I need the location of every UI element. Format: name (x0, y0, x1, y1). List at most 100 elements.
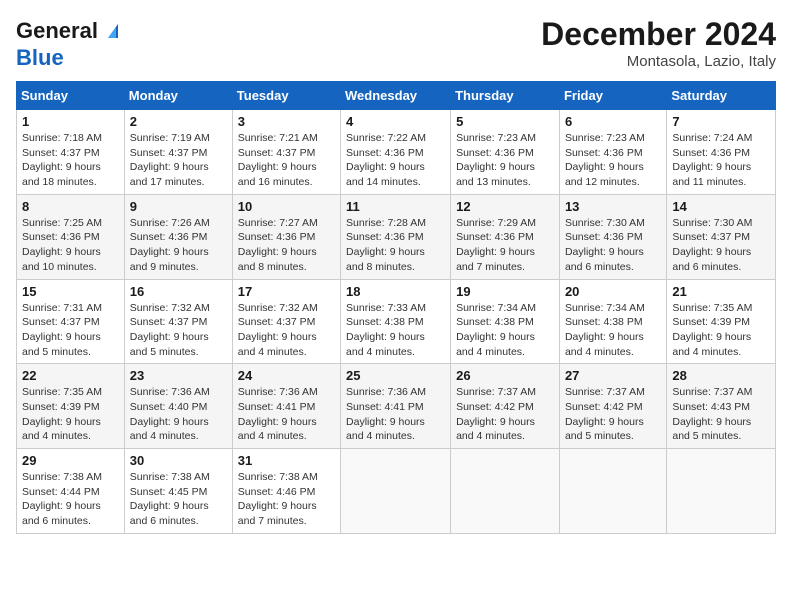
calendar-cell (559, 449, 666, 534)
day-number: 5 (456, 114, 554, 129)
day-number: 12 (456, 199, 554, 214)
col-header-tuesday: Tuesday (232, 82, 340, 110)
day-info: Sunrise: 7:35 AM Sunset: 4:39 PM Dayligh… (22, 385, 119, 444)
day-info: Sunrise: 7:30 AM Sunset: 4:37 PM Dayligh… (672, 216, 770, 275)
calendar-cell: 24 Sunrise: 7:36 AM Sunset: 4:41 PM Dayl… (232, 364, 340, 449)
day-number: 29 (22, 453, 119, 468)
day-number: 26 (456, 368, 554, 383)
calendar-cell: 26 Sunrise: 7:37 AM Sunset: 4:42 PM Dayl… (451, 364, 560, 449)
day-number: 31 (238, 453, 335, 468)
day-info: Sunrise: 7:31 AM Sunset: 4:37 PM Dayligh… (22, 301, 119, 360)
calendar-cell: 23 Sunrise: 7:36 AM Sunset: 4:40 PM Dayl… (124, 364, 232, 449)
calendar-cell: 14 Sunrise: 7:30 AM Sunset: 4:37 PM Dayl… (667, 194, 776, 279)
logo-general-text: General (16, 18, 98, 44)
logo: General Blue (16, 16, 126, 71)
day-number: 19 (456, 284, 554, 299)
calendar-cell: 25 Sunrise: 7:36 AM Sunset: 4:41 PM Dayl… (341, 364, 451, 449)
calendar-week-row: 15 Sunrise: 7:31 AM Sunset: 4:37 PM Dayl… (17, 279, 776, 364)
title-section: December 2024 Montasola, Lazio, Italy (541, 16, 776, 70)
month-title: December 2024 (541, 16, 776, 53)
day-number: 6 (565, 114, 661, 129)
calendar-cell: 17 Sunrise: 7:32 AM Sunset: 4:37 PM Dayl… (232, 279, 340, 364)
calendar-cell: 10 Sunrise: 7:27 AM Sunset: 4:36 PM Dayl… (232, 194, 340, 279)
day-number: 3 (238, 114, 335, 129)
day-number: 30 (130, 453, 227, 468)
day-number: 9 (130, 199, 227, 214)
day-number: 13 (565, 199, 661, 214)
calendar-cell: 31 Sunrise: 7:38 AM Sunset: 4:46 PM Dayl… (232, 449, 340, 534)
day-info: Sunrise: 7:21 AM Sunset: 4:37 PM Dayligh… (238, 131, 335, 190)
day-info: Sunrise: 7:33 AM Sunset: 4:38 PM Dayligh… (346, 301, 445, 360)
location-subtitle: Montasola, Lazio, Italy (541, 53, 776, 70)
day-info: Sunrise: 7:29 AM Sunset: 4:36 PM Dayligh… (456, 216, 554, 275)
day-info: Sunrise: 7:34 AM Sunset: 4:38 PM Dayligh… (456, 301, 554, 360)
day-number: 7 (672, 114, 770, 129)
day-number: 8 (22, 199, 119, 214)
day-number: 11 (346, 199, 445, 214)
calendar-cell: 18 Sunrise: 7:33 AM Sunset: 4:38 PM Dayl… (341, 279, 451, 364)
calendar-cell: 29 Sunrise: 7:38 AM Sunset: 4:44 PM Dayl… (17, 449, 125, 534)
calendar-cell: 8 Sunrise: 7:25 AM Sunset: 4:36 PM Dayli… (17, 194, 125, 279)
day-number: 18 (346, 284, 445, 299)
day-number: 20 (565, 284, 661, 299)
day-info: Sunrise: 7:24 AM Sunset: 4:36 PM Dayligh… (672, 131, 770, 190)
col-header-friday: Friday (559, 82, 666, 110)
calendar-cell: 7 Sunrise: 7:24 AM Sunset: 4:36 PM Dayli… (667, 110, 776, 195)
day-info: Sunrise: 7:27 AM Sunset: 4:36 PM Dayligh… (238, 216, 335, 275)
calendar-cell: 19 Sunrise: 7:34 AM Sunset: 4:38 PM Dayl… (451, 279, 560, 364)
logo-triangle-icon (104, 18, 126, 45)
day-number: 10 (238, 199, 335, 214)
day-number: 27 (565, 368, 661, 383)
day-number: 22 (22, 368, 119, 383)
day-info: Sunrise: 7:26 AM Sunset: 4:36 PM Dayligh… (130, 216, 227, 275)
calendar-cell: 3 Sunrise: 7:21 AM Sunset: 4:37 PM Dayli… (232, 110, 340, 195)
day-number: 2 (130, 114, 227, 129)
calendar-cell: 11 Sunrise: 7:28 AM Sunset: 4:36 PM Dayl… (341, 194, 451, 279)
calendar-cell: 1 Sunrise: 7:18 AM Sunset: 4:37 PM Dayli… (17, 110, 125, 195)
day-info: Sunrise: 7:22 AM Sunset: 4:36 PM Dayligh… (346, 131, 445, 190)
col-header-monday: Monday (124, 82, 232, 110)
calendar-week-row: 22 Sunrise: 7:35 AM Sunset: 4:39 PM Dayl… (17, 364, 776, 449)
day-info: Sunrise: 7:34 AM Sunset: 4:38 PM Dayligh… (565, 301, 661, 360)
day-number: 24 (238, 368, 335, 383)
day-info: Sunrise: 7:36 AM Sunset: 4:41 PM Dayligh… (346, 385, 445, 444)
calendar-cell (341, 449, 451, 534)
day-info: Sunrise: 7:35 AM Sunset: 4:39 PM Dayligh… (672, 301, 770, 360)
day-number: 16 (130, 284, 227, 299)
calendar-cell: 4 Sunrise: 7:22 AM Sunset: 4:36 PM Dayli… (341, 110, 451, 195)
day-info: Sunrise: 7:37 AM Sunset: 4:42 PM Dayligh… (565, 385, 661, 444)
calendar-cell (451, 449, 560, 534)
day-info: Sunrise: 7:30 AM Sunset: 4:36 PM Dayligh… (565, 216, 661, 275)
col-header-wednesday: Wednesday (341, 82, 451, 110)
calendar-cell: 13 Sunrise: 7:30 AM Sunset: 4:36 PM Dayl… (559, 194, 666, 279)
day-info: Sunrise: 7:28 AM Sunset: 4:36 PM Dayligh… (346, 216, 445, 275)
day-info: Sunrise: 7:32 AM Sunset: 4:37 PM Dayligh… (238, 301, 335, 360)
day-info: Sunrise: 7:38 AM Sunset: 4:45 PM Dayligh… (130, 470, 227, 529)
day-number: 28 (672, 368, 770, 383)
calendar-cell: 2 Sunrise: 7:19 AM Sunset: 4:37 PM Dayli… (124, 110, 232, 195)
day-info: Sunrise: 7:36 AM Sunset: 4:40 PM Dayligh… (130, 385, 227, 444)
calendar-cell: 20 Sunrise: 7:34 AM Sunset: 4:38 PM Dayl… (559, 279, 666, 364)
day-info: Sunrise: 7:23 AM Sunset: 4:36 PM Dayligh… (456, 131, 554, 190)
calendar-cell: 27 Sunrise: 7:37 AM Sunset: 4:42 PM Dayl… (559, 364, 666, 449)
day-info: Sunrise: 7:32 AM Sunset: 4:37 PM Dayligh… (130, 301, 227, 360)
calendar-cell: 16 Sunrise: 7:32 AM Sunset: 4:37 PM Dayl… (124, 279, 232, 364)
day-info: Sunrise: 7:38 AM Sunset: 4:44 PM Dayligh… (22, 470, 119, 529)
col-header-sunday: Sunday (17, 82, 125, 110)
day-number: 14 (672, 199, 770, 214)
day-info: Sunrise: 7:36 AM Sunset: 4:41 PM Dayligh… (238, 385, 335, 444)
day-number: 25 (346, 368, 445, 383)
page-header: General Blue December 2024 Montasola, La… (16, 16, 776, 71)
calendar-cell: 21 Sunrise: 7:35 AM Sunset: 4:39 PM Dayl… (667, 279, 776, 364)
calendar-cell: 15 Sunrise: 7:31 AM Sunset: 4:37 PM Dayl… (17, 279, 125, 364)
day-info: Sunrise: 7:37 AM Sunset: 4:43 PM Dayligh… (672, 385, 770, 444)
day-number: 17 (238, 284, 335, 299)
calendar-cell: 30 Sunrise: 7:38 AM Sunset: 4:45 PM Dayl… (124, 449, 232, 534)
day-info: Sunrise: 7:25 AM Sunset: 4:36 PM Dayligh… (22, 216, 119, 275)
col-header-thursday: Thursday (451, 82, 560, 110)
calendar-cell: 9 Sunrise: 7:26 AM Sunset: 4:36 PM Dayli… (124, 194, 232, 279)
calendar-cell: 28 Sunrise: 7:37 AM Sunset: 4:43 PM Dayl… (667, 364, 776, 449)
day-info: Sunrise: 7:38 AM Sunset: 4:46 PM Dayligh… (238, 470, 335, 529)
calendar-week-row: 1 Sunrise: 7:18 AM Sunset: 4:37 PM Dayli… (17, 110, 776, 195)
day-number: 21 (672, 284, 770, 299)
